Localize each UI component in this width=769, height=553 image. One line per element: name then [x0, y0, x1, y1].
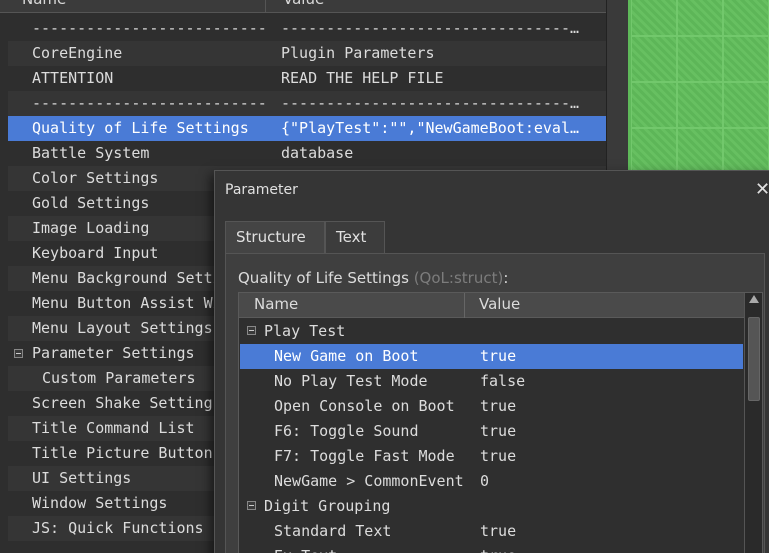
- row-name: CoreEngine: [32, 44, 123, 62]
- grass-tile: [723, 36, 769, 82]
- tree-row[interactable]: Open Console on Boot true: [240, 394, 743, 419]
- tree-row-value: true: [480, 544, 516, 553]
- tree-row-name: Play Test: [264, 322, 346, 340]
- tree-row-value: false: [480, 372, 526, 390]
- tree-row-name: Digit Grouping: [264, 497, 391, 515]
- tree-row-value: true: [480, 447, 517, 465]
- row-name: Gold Settings: [32, 194, 150, 212]
- tree-header-value: Value: [479, 295, 521, 313]
- tree-row-name: Standard Text: [274, 522, 392, 540]
- row-value: Plugin Parameters: [281, 44, 435, 62]
- plugin-row[interactable]: Battle System database: [8, 141, 606, 166]
- row-name: JS: Quick Functions: [32, 519, 204, 537]
- row-name: --------------------------: [32, 94, 267, 112]
- row-value: READ THE HELP FILE: [281, 69, 444, 87]
- row-name: Title Picture Buttons: [32, 444, 222, 462]
- tree-header-separator: [464, 293, 465, 318]
- tree-row-value: true: [480, 397, 517, 415]
- struct-label: Quality of Life Settings (QoL:struct):: [238, 269, 508, 287]
- tree-header-name: Name: [254, 295, 299, 313]
- plugin-row[interactable]: -------------------------- --------------…: [8, 91, 606, 116]
- row-name: Title Command List: [32, 419, 195, 437]
- plugin-row[interactable]: -------------------------- --------------…: [8, 16, 606, 41]
- tree-row-name: F7: Toggle Fast Mode: [274, 447, 455, 465]
- grass-tile: [677, 36, 723, 82]
- grass-tile: [723, 82, 769, 128]
- tree-group-digit-grouping[interactable]: Digit Grouping: [240, 494, 743, 519]
- row-name: UI Settings: [32, 469, 132, 487]
- row-name: Menu Button Assist Wi: [32, 294, 222, 312]
- tree-scrollbar[interactable]: [744, 293, 762, 553]
- tab-structure[interactable]: Structure: [225, 221, 325, 254]
- tree-row-name: F6: Toggle Sound: [274, 422, 419, 440]
- plugin-list-header: Name Value: [0, 0, 610, 13]
- grass-tile: [631, 82, 677, 128]
- tree-row-value: true: [480, 522, 517, 540]
- close-icon[interactable]: ✕: [755, 179, 769, 200]
- plugin-row[interactable]: ATTENTION READ THE HELP FILE: [8, 66, 606, 91]
- tree-row[interactable]: No Play Test Mode false: [240, 369, 743, 394]
- tree-row[interactable]: F6: Toggle Sound true: [240, 419, 743, 444]
- grass-tile: [631, 0, 677, 36]
- tree-group-play-test[interactable]: Play Test: [240, 319, 743, 344]
- row-name: Menu Layout Settings: [32, 319, 213, 337]
- row-name: Custom Parameters: [42, 369, 196, 387]
- row-name: --------------------------: [32, 19, 267, 37]
- tree-row[interactable]: Ex Text true: [240, 544, 743, 553]
- parameter-dialog: Parameter ✕ Structure Text Quality of Li…: [214, 170, 769, 553]
- grass-tile: [723, 128, 769, 174]
- scroll-up-icon[interactable]: [749, 295, 759, 303]
- row-value: ----------------------------------------…: [281, 19, 581, 37]
- row-name: Battle System: [32, 144, 150, 162]
- grass-tile: [631, 128, 677, 174]
- struct-name: Quality of Life Settings: [238, 269, 409, 287]
- collapse-toggle-icon[interactable]: [247, 501, 256, 510]
- scrollbar-thumb[interactable]: [748, 317, 760, 401]
- tree-row-name: NewGame > CommonEvent: [274, 472, 464, 490]
- tree-row-value: true: [480, 347, 517, 365]
- tree-row-name: Ex Text: [274, 544, 337, 553]
- row-name: ATTENTION: [32, 69, 114, 87]
- tree-row-value: 0: [480, 472, 490, 490]
- header-separator: [265, 0, 266, 13]
- grass-tile: [677, 128, 723, 174]
- row-value: ----------------------------------------…: [281, 94, 581, 112]
- tree-row[interactable]: F7: Toggle Fast Mode true: [240, 444, 743, 469]
- dialog-title: Parameter: [225, 182, 298, 198]
- tree-row-value: true: [480, 422, 517, 440]
- row-value: database: [281, 144, 354, 162]
- grass-tile: [723, 0, 769, 36]
- header-name: Name: [22, 0, 66, 8]
- collapse-toggle-icon[interactable]: [14, 349, 23, 358]
- row-value: {"PlayTest":"","NewGameBoot:eval…: [281, 119, 580, 137]
- plugin-row[interactable]: CoreEngine Plugin Parameters: [8, 41, 606, 66]
- row-name: Window Settings: [32, 494, 168, 512]
- parameter-tree: Name Value Play Test New Game on Boot tru…: [238, 292, 763, 553]
- grass-tile: [631, 36, 677, 82]
- row-name: Image Loading: [32, 219, 150, 237]
- grass-tile: [677, 82, 723, 128]
- header-value: Value: [283, 0, 324, 8]
- tree-row-name: No Play Test Mode: [274, 372, 428, 390]
- row-name: Screen Shake Settings: [32, 394, 222, 412]
- row-name: Quality of Life Settings: [32, 119, 249, 137]
- struct-colon: :: [503, 269, 509, 287]
- tree-row-name: New Game on Boot: [274, 347, 419, 365]
- tree-header: Name Value: [239, 293, 744, 318]
- plugin-row-selected[interactable]: Quality of Life Settings {"PlayTest":"","…: [8, 116, 606, 141]
- tab-text[interactable]: Text: [325, 221, 385, 254]
- row-name: Keyboard Input: [32, 244, 159, 262]
- tree-row[interactable]: Standard Text true: [240, 519, 743, 544]
- tree-row-name: Open Console on Boot: [274, 397, 455, 415]
- row-name: Parameter Settings: [32, 344, 195, 362]
- struct-type: (QoL:struct): [413, 269, 504, 287]
- collapse-toggle-icon[interactable]: [247, 326, 256, 335]
- tree-row-selected[interactable]: New Game on Boot true: [240, 344, 743, 369]
- row-name: Menu Background Setti: [32, 269, 222, 287]
- grass-tile: [677, 0, 723, 36]
- row-name: Color Settings: [32, 169, 159, 187]
- tree-row[interactable]: NewGame > CommonEvent 0: [240, 469, 743, 494]
